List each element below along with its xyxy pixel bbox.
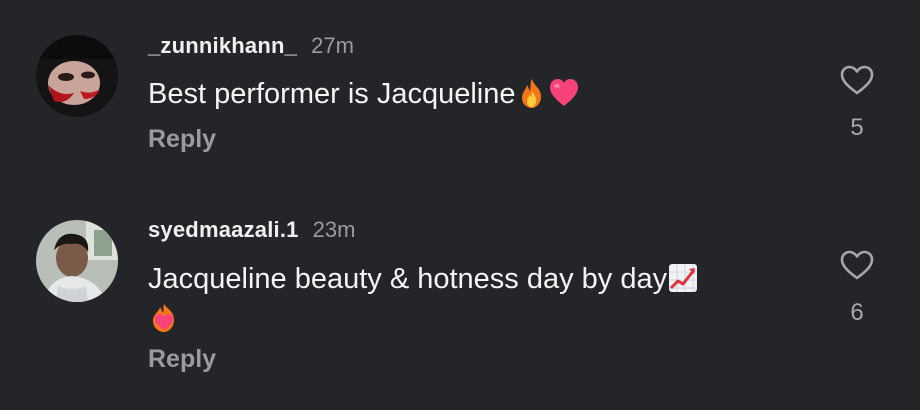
comment-item: _zunnikhann_ 27m Best performer is Jacque…	[0, 0, 920, 190]
comment-time: 23m	[312, 217, 356, 242]
comment-body: Best performer is Jacqueline	[148, 78, 516, 110]
comment-meta: _zunnikhann_ 27m	[148, 33, 354, 59]
comment-text: Jacqueline beauty & hotness day by day	[148, 259, 788, 339]
comment-time: 27m	[311, 33, 354, 58]
comment-body: Jacqueline beauty & hotness day by day	[148, 263, 668, 295]
chart-increasing-emoji	[667, 262, 699, 294]
pink-heart-emoji	[548, 77, 580, 109]
comment-username[interactable]: syedmaazali.1	[148, 217, 299, 242]
reply-button[interactable]: Reply	[148, 345, 216, 374]
user-avatar[interactable]	[36, 35, 118, 117]
like-button[interactable]: 6	[836, 249, 878, 327]
comment-username[interactable]: _zunnikhann_	[148, 33, 297, 58]
like-count: 6	[850, 299, 864, 326]
like-button[interactable]: 5	[836, 64, 878, 142]
fire-emoji	[516, 77, 548, 109]
heart-outline-icon[interactable]	[839, 64, 875, 96]
comment-meta: syedmaazali.1 23m	[148, 217, 355, 243]
heart-outline-icon[interactable]	[839, 249, 875, 281]
user-avatar[interactable]	[36, 220, 118, 302]
heart-on-fire-emoji	[148, 302, 180, 334]
like-count: 5	[850, 114, 864, 141]
reply-button[interactable]: Reply	[148, 125, 216, 154]
comment-item: syedmaazali.1 23m Jacqueline beauty & hot…	[0, 190, 920, 410]
comment-text: Best performer is Jacqueline	[148, 74, 788, 114]
